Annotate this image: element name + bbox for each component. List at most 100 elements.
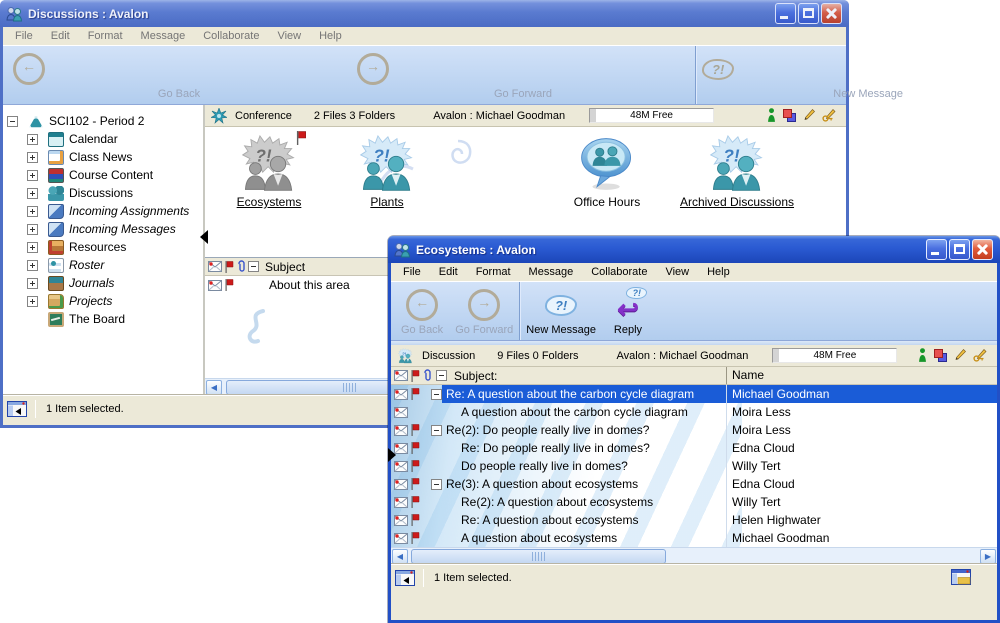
layers-icon[interactable] — [934, 349, 947, 362]
infobar-icons — [767, 108, 836, 123]
table-row[interactable]: A question about the carbon cycle diagra… — [391, 403, 997, 421]
scroll-left-button[interactable] — [392, 549, 408, 564]
tree-item[interactable]: Journals — [3, 274, 203, 292]
thread-collapse-box[interactable] — [431, 479, 442, 490]
flag-icon — [410, 424, 420, 436]
menu-item[interactable]: Edit — [430, 266, 467, 278]
toolbar-button[interactable]: New Message — [696, 46, 1000, 104]
expand-box[interactable] — [27, 296, 38, 307]
table-row[interactable]: Re(3): A question about ecosystems Edna … — [391, 475, 997, 493]
menu-item[interactable]: File — [6, 30, 42, 42]
menu-item[interactable]: File — [394, 266, 430, 278]
tree-item[interactable]: Incoming Assignments — [3, 202, 203, 220]
list-header[interactable]: Subject: Name — [391, 367, 997, 385]
expand-box[interactable] — [27, 206, 38, 217]
conference-item[interactable]: Office Hours — [541, 135, 673, 209]
person-status-icon[interactable] — [918, 348, 927, 363]
conference-item-label: Office Hours — [541, 195, 673, 209]
squiggle-doodle — [243, 308, 269, 348]
split-view-icon[interactable] — [951, 569, 971, 585]
titlebar-ecosystems[interactable]: Ecosystems : Avalon — [388, 236, 1000, 263]
collapse-all-box[interactable] — [248, 261, 259, 272]
flag-column-icon[interactable] — [224, 261, 234, 273]
tree-item[interactable]: Projects — [3, 292, 203, 310]
table-row[interactable]: Re: A question about ecosystems Helen Hi… — [391, 511, 997, 529]
person-status-icon[interactable] — [767, 108, 776, 123]
pane-toggle-icon[interactable] — [7, 401, 27, 417]
close-button[interactable] — [972, 239, 993, 260]
collapse-box[interactable] — [7, 116, 18, 127]
collapse-all-box[interactable] — [436, 370, 447, 381]
key-pencil-icon[interactable] — [822, 109, 836, 122]
tree-item[interactable]: Resources — [3, 238, 203, 256]
conference-item[interactable]: Archived Discussions — [655, 135, 819, 209]
table-row[interactable]: A question about ecosystems Michael Good… — [391, 529, 997, 547]
pencil-icon[interactable] — [803, 109, 815, 122]
toolbar-button[interactable]: Reply — [602, 282, 654, 340]
scroll-track[interactable] — [409, 549, 979, 564]
toolbar-button[interactable]: Go Back — [7, 46, 351, 104]
thread-collapse-box[interactable] — [431, 425, 442, 436]
message-icon — [394, 533, 408, 544]
tree-item[interactable]: Incoming Messages — [3, 220, 203, 238]
tree-item-label: Discussions — [69, 186, 133, 200]
key-pencil-icon[interactable] — [973, 349, 987, 362]
expand-box[interactable] — [27, 242, 38, 253]
conference-item[interactable]: Plants — [329, 135, 445, 209]
expand-box[interactable] — [27, 224, 38, 235]
toolbar-button[interactable]: Go Back — [395, 282, 449, 340]
flag-column-icon[interactable] — [410, 370, 420, 382]
toolbar-button[interactable]: New Message — [520, 282, 602, 340]
table-row[interactable]: Do people really live in domes? Willy Te… — [391, 457, 997, 475]
desktop: Discussions : Avalon FileEditFormatMessa… — [0, 0, 1000, 623]
message-column-icon[interactable] — [394, 370, 408, 381]
message-column-icon[interactable] — [208, 261, 222, 272]
table-row[interactable]: Re(2): Do people really live in domes? M… — [391, 421, 997, 439]
pane-resize-arrow[interactable] — [388, 448, 396, 462]
attachment-column-icon[interactable] — [236, 260, 246, 273]
tree-item[interactable]: Class News — [3, 148, 203, 166]
menu-item[interactable]: View — [656, 266, 698, 278]
message-icon — [394, 389, 408, 400]
thread-collapse-box[interactable] — [431, 389, 442, 400]
pencil-icon[interactable] — [954, 349, 966, 362]
horizontal-scrollbar[interactable] — [391, 547, 997, 564]
menu-item[interactable]: Help — [698, 266, 739, 278]
pane-resize-arrow[interactable] — [200, 230, 208, 244]
sender-name: Michael Goodman — [726, 529, 997, 547]
menu-item[interactable]: Collaborate — [582, 266, 656, 278]
toolbar-button[interactable]: Go Forward — [449, 282, 520, 340]
menu-item[interactable]: Message — [520, 266, 583, 278]
message-list: Subject: Name Re: A question about the c… — [391, 367, 997, 564]
scroll-right-button[interactable] — [980, 549, 996, 564]
layers-icon[interactable] — [783, 109, 796, 122]
minimize-button[interactable] — [926, 239, 947, 260]
expand-box[interactable] — [27, 188, 38, 199]
tree-item-icon — [48, 258, 64, 273]
tree-item[interactable]: Discussions — [3, 184, 203, 202]
tree-item[interactable]: Course Content — [3, 166, 203, 184]
flag-icon — [410, 514, 420, 526]
course-tree: SCI102 - Period 2 Calendar Class News — [3, 105, 205, 395]
table-row[interactable]: Re: Do people really live in domes? Edna… — [391, 439, 997, 457]
maximize-button[interactable] — [949, 239, 970, 260]
tree-item[interactable]: The Board — [3, 310, 203, 328]
row-icons — [391, 388, 421, 400]
expand-box[interactable] — [27, 278, 38, 289]
sender-name: Willy Tert — [726, 457, 997, 475]
tree-item[interactable]: Roster — [3, 256, 203, 274]
expand-box[interactable] — [27, 170, 38, 181]
scroll-thumb[interactable] — [411, 549, 666, 564]
expand-box[interactable] — [27, 260, 38, 271]
name-column-header[interactable]: Name — [726, 367, 997, 384]
pane-toggle-icon[interactable] — [395, 570, 415, 586]
table-row[interactable]: Re: A question about the carbon cycle di… — [391, 385, 997, 403]
conference-item[interactable]: Ecosystems — [217, 135, 321, 209]
expand-box[interactable] — [27, 152, 38, 163]
attachment-column-icon[interactable] — [422, 369, 432, 382]
menu-item[interactable]: Format — [467, 266, 520, 278]
scroll-left-button[interactable] — [206, 380, 222, 395]
toolbar-button[interactable]: Go Forward — [351, 46, 696, 104]
expand-box[interactable] — [27, 134, 38, 145]
table-row[interactable]: Re(2): A question about ecosystems Willy… — [391, 493, 997, 511]
